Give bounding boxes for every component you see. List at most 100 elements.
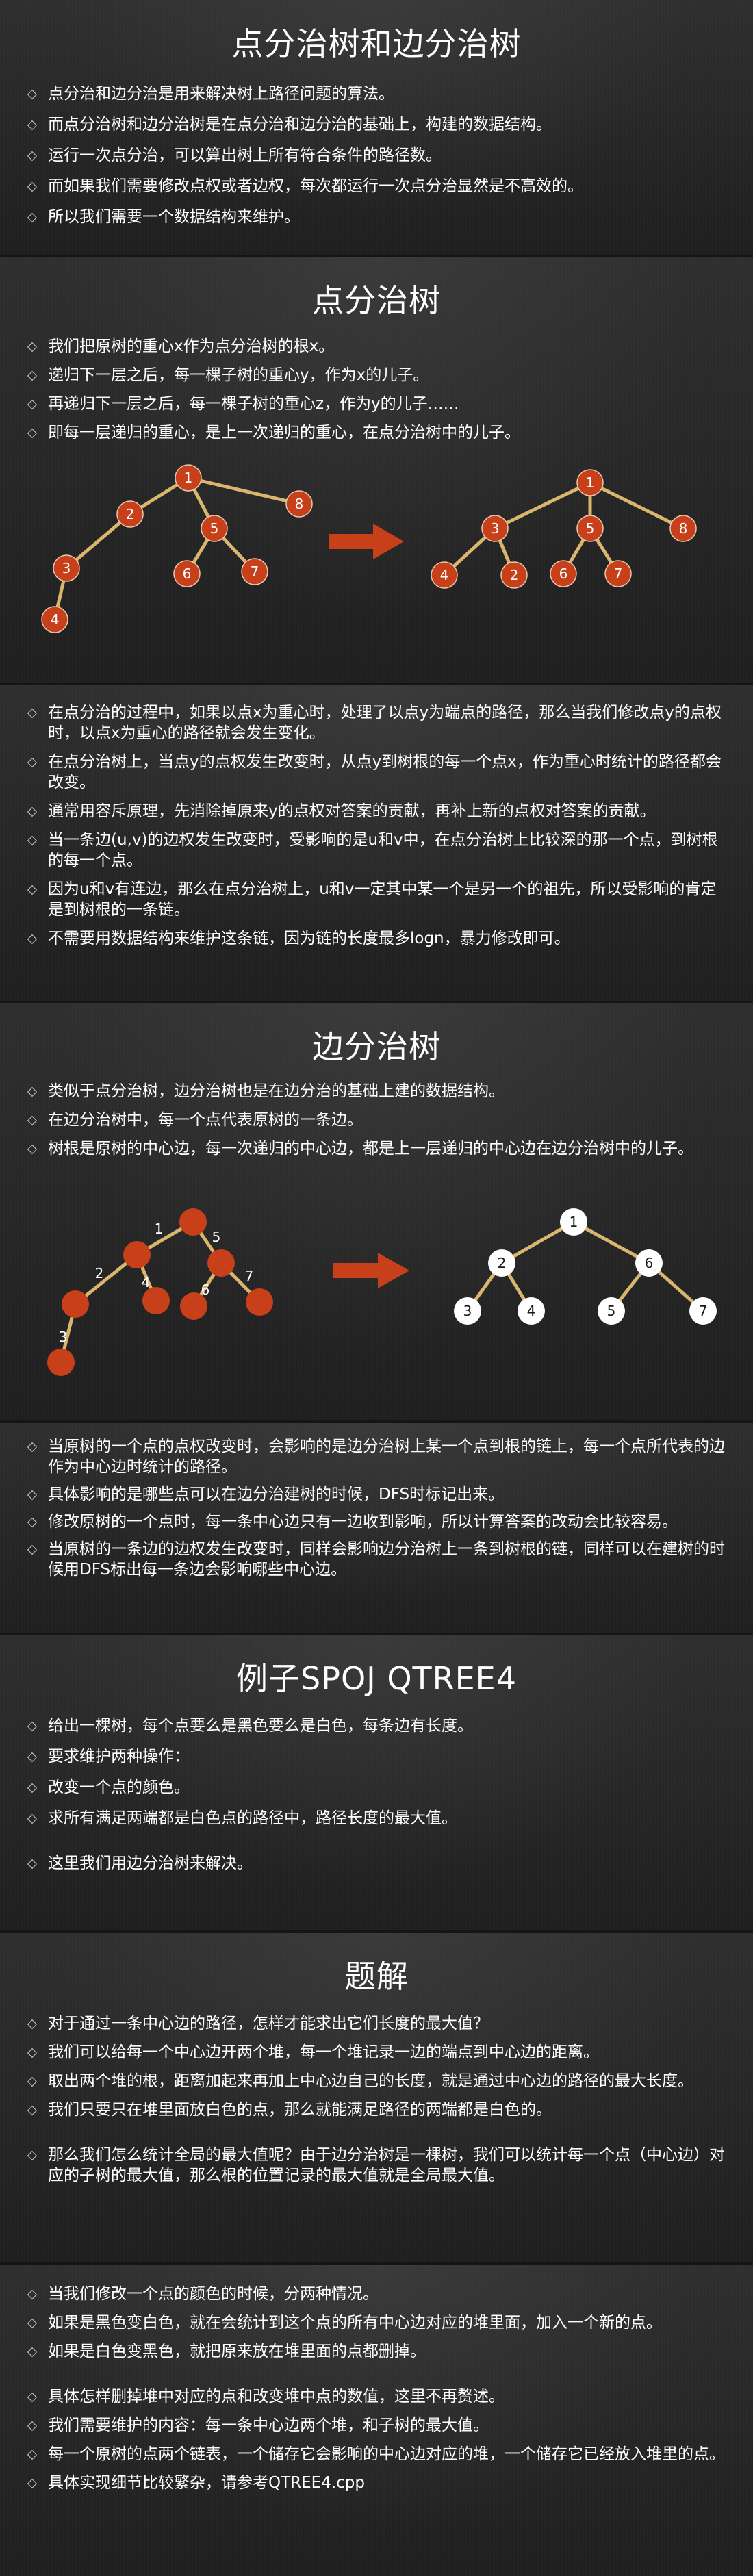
node-label: 7 xyxy=(251,563,259,580)
edge-label: 4 xyxy=(142,1274,151,1290)
node-label: 7 xyxy=(699,1303,708,1319)
node-label: 4 xyxy=(527,1303,536,1319)
bullet-item: 所以我们需要一个数据结构来维护。 xyxy=(27,207,726,227)
node-label: 5 xyxy=(210,520,219,537)
slide-point-divide-update: 在点分治的过程中，如果以点x为重心时，处理了以点y为端点的路径，那么当我们修改点… xyxy=(0,685,753,1003)
node-label: 2 xyxy=(126,506,135,522)
edge-label: 7 xyxy=(245,1268,254,1284)
edge-label: 3 xyxy=(59,1329,68,1345)
bullet-item: 具体怎样删掉堆中对应的点和改变堆中点的数值，这里不再赘述。 xyxy=(27,2386,726,2407)
bullet-list: 对于通过一条中心边的路径，怎样才能求出它们长度的最大值？ 我们可以给每一个中心边… xyxy=(0,2013,753,2186)
node-label: 4 xyxy=(51,611,60,628)
node-label: 1 xyxy=(570,1214,578,1230)
slide-title: 点分治树和边分治树 xyxy=(231,25,522,62)
node-label: 6 xyxy=(645,1255,654,1271)
node-label: 6 xyxy=(183,565,192,582)
edge-label: 6 xyxy=(201,1281,210,1298)
bullet-item: 再递归下一层之后，每一棵子树的重心z，作为y的儿子…… xyxy=(27,394,726,414)
bullet-item: 在点分治树上，当点y的点权发生改变时，从点y到树根的每一个点x，作为重心时统计的… xyxy=(27,752,726,793)
bullet-item: 每一个原树的点两个链表，一个储存它会影响的中心边对应的堆，一个储存它已经放入堆里… xyxy=(27,2444,726,2464)
slide-title: 例子SPOJ QTREE4 xyxy=(236,1660,517,1697)
node-label: 6 xyxy=(559,565,568,582)
bullet-item: 不需要用数据结构来维护这条链，因为链的长度最多logn，暴力修改即可。 xyxy=(27,928,726,949)
bullet-item: 如果是黑色变白色，就在会统计到这个点的所有中心边对应的堆里面，加入一个新的点。 xyxy=(27,2312,726,2333)
edge-label: 1 xyxy=(155,1221,164,1237)
bullet-item: 给出一棵树，每个点要么是黑色要么是白色，每条边有长度。 xyxy=(27,1716,726,1736)
tree-node xyxy=(246,1288,273,1316)
bullet-item: 改变一个点的颜色。 xyxy=(27,1777,726,1798)
bullet-item: 我们只要只在堆里面放白色的点，那么就能满足路径的两端都是白色的。 xyxy=(27,2100,726,2120)
bullet-item: 我们需要维护的内容：每一条中心边两个堆，和子树的最大值。 xyxy=(27,2415,726,2436)
bullet-item: 那么我们怎么统计全局的最大值呢？由于边分治树是一棵树，我们可以统计每一个点（中心… xyxy=(27,2145,726,2186)
bullet-item: 这里我们用边分治树来解决。 xyxy=(27,1853,726,1874)
bullet-item: 类似于点分治树，边分治树也是在边分治的基础上建的数据结构。 xyxy=(27,1081,726,1101)
slide-intro: 点分治树和边分治树 点分治和边分治是用来解决树上路径问题的算法。 而点分治树和边… xyxy=(0,0,753,257)
left-tree-edges xyxy=(53,476,300,620)
tree-node xyxy=(62,1290,89,1318)
left-tree-nodes xyxy=(41,464,313,633)
bullet-item: 对于通过一条中心边的路径，怎样才能求出它们长度的最大值？ xyxy=(27,2013,726,2034)
bullet-item: 而如果我们需要修改点权或者边权，每次都运行一次点分治显然是不高效的。 xyxy=(27,176,726,196)
bullet-list: 点分治和边分治是用来解决树上路径问题的算法。 而点分治树和边分治树是在点分治和边… xyxy=(0,84,753,227)
slide-edge-divide-tree: 边分治树 类似于点分治树，边分治树也是在边分治的基础上建的数据结构。 在边分治树… xyxy=(0,1003,753,1423)
bullet-item: 求所有满足两端都是白色点的路径中，路径长度的最大值。 xyxy=(27,1808,726,1828)
node-label: 5 xyxy=(607,1303,616,1319)
slide-edge-divide-update: 当原树的一个点的点权改变时，会影响的是边分治树上某一个点到根的链上，每一个点所代… xyxy=(0,1423,753,1635)
node-label: 1 xyxy=(184,470,193,486)
slide-title: 题解 xyxy=(344,1958,409,1995)
bullet-item: 我们可以给每一个中心边开两个堆，每一个堆记录一边的端点到中心边的距离。 xyxy=(27,2042,726,2063)
arrow-right-icon xyxy=(333,1253,409,1288)
bullet-item: 因为u和v有连边，那么在点分治树上，u和v一定其中某一个是另一个的祖先，所以受影… xyxy=(27,879,726,920)
slide-example-qtree4: 例子SPOJ QTREE4 给出一棵树，每个点要么是黑色要么是白色，每条边有长度… xyxy=(0,1635,753,1933)
node-label: 3 xyxy=(491,520,500,537)
bullet-item: 通常用容斥原理，先消除掉原来y的点权对答案的贡献，再补上新的点权对答案的贡献。 xyxy=(27,801,726,821)
bullet-item: 当一条边(u,v)的边权发生改变时，受影响的是u和v中，在点分治树上比较深的那一… xyxy=(27,830,726,871)
bullet-item: 点分治和边分治是用来解决树上路径问题的算法。 xyxy=(27,84,726,104)
edge-label: 5 xyxy=(212,1229,221,1245)
node-label: 4 xyxy=(440,567,449,583)
bullet-item: 要求维护两种操作： xyxy=(27,1746,726,1767)
bullet-item: 即每一层递归的重心，是上一次递归的重心，在点分治树中的儿子。 xyxy=(27,422,726,443)
node-label: 8 xyxy=(679,520,688,537)
bullet-item: 当我们修改一个点的颜色的时候，分两种情况。 xyxy=(27,2284,726,2304)
bullet-list: 我们把原树的重心x作为点分治树的根x。 递归下一层之后，每一棵子树的重心y，作为… xyxy=(0,336,753,443)
arrow-right-icon xyxy=(329,524,404,559)
node-label: 1 xyxy=(586,474,595,491)
bullet-item: 我们把原树的重心x作为点分治树的根x。 xyxy=(27,336,726,357)
bullet-list: 当原树的一个点的点权改变时，会影响的是边分治树上某一个点到根的链上，每一个点所代… xyxy=(0,1436,753,1580)
tree-node xyxy=(207,1249,235,1277)
bullet-item: 树根是原树的中心边，每一次递归的中心边，都是上一层递归的中心边在边分治树中的儿子… xyxy=(27,1138,726,1159)
bullet-list: 给出一棵树，每个点要么是黑色要么是白色，每条边有长度。 要求维护两种操作： 改变… xyxy=(0,1716,753,1874)
edge-label: 2 xyxy=(95,1265,104,1281)
node-label: 8 xyxy=(295,496,304,512)
bullet-item: 修改原树的一个点时，每一条中心边只有一边收到影响，所以计算答案的改动会比较容易。 xyxy=(27,1512,726,1532)
tree-node xyxy=(123,1241,151,1268)
bullet-item: 当原树的一条边的边权发生改变时，同样会影响边分治树上一条到树根的链，同样可以在建… xyxy=(27,1539,726,1580)
bullet-list: 类似于点分治树，边分治树也是在边分治的基础上建的数据结构。 在边分治树中，每一个… xyxy=(0,1081,753,1159)
tree-node xyxy=(179,1208,207,1236)
right-tree-nodes xyxy=(454,1208,717,1325)
bullet-item: 递归下一层之后，每一棵子树的重心y，作为x的儿子。 xyxy=(27,365,726,385)
bullet-item: 在点分治的过程中，如果以点x为重心时，处理了以点y为端点的路径，那么当我们修改点… xyxy=(27,702,726,743)
node-label: 2 xyxy=(498,1255,507,1271)
node-label: 3 xyxy=(62,560,71,576)
bullet-item: 如果是白色变黑色，就把原来放在堆里面的点都删掉。 xyxy=(27,2341,726,2362)
bullet-list: 当我们修改一个点的颜色的时候，分两种情况。 如果是黑色变白色，就在会统计到这个点… xyxy=(0,2284,753,2493)
edge-divide-diagram: 1 2 3 4 5 6 7 1 2 6 3 4 5 7 xyxy=(47,1208,717,1376)
slide-implementation: 当我们修改一个点的颜色的时候，分两种情况。 如果是黑色变白色，就在会统计到这个点… xyxy=(0,2265,753,2576)
bullet-item: 具体影响的是哪些点可以在边分治建树的时候，DFS时标记出来。 xyxy=(27,1484,726,1505)
bullet-item: 取出两个堆的根，距离加起来再加上中心边自己的长度，就是通过中心边的路径的最大长度… xyxy=(27,2071,726,2091)
node-label: 5 xyxy=(586,520,595,537)
bullet-list: 在点分治的过程中，如果以点x为重心时，处理了以点y为端点的路径，那么当我们修改点… xyxy=(0,702,753,949)
point-divide-diagram: 1 2 3 4 5 6 7 8 1 3 5 8 4 2 6 7 xyxy=(41,464,697,633)
bullet-item: 当原树的一个点的点权改变时，会影响的是边分治树上某一个点到根的链上，每一个点所代… xyxy=(27,1436,726,1477)
tree-node xyxy=(142,1287,170,1314)
bullet-item: 而点分治树和边分治树是在点分治和边分治的基础上，构建的数据结构。 xyxy=(27,114,726,135)
slide-title: 边分治树 xyxy=(312,1028,441,1065)
node-label: 2 xyxy=(510,567,519,583)
slide-title: 点分治树 xyxy=(312,282,441,319)
node-label: 7 xyxy=(614,565,623,582)
bullet-item: 运行一次点分治，可以算出树上所有符合条件的路径数。 xyxy=(27,145,726,166)
tree-node xyxy=(47,1349,75,1376)
node-label: 3 xyxy=(463,1303,472,1319)
